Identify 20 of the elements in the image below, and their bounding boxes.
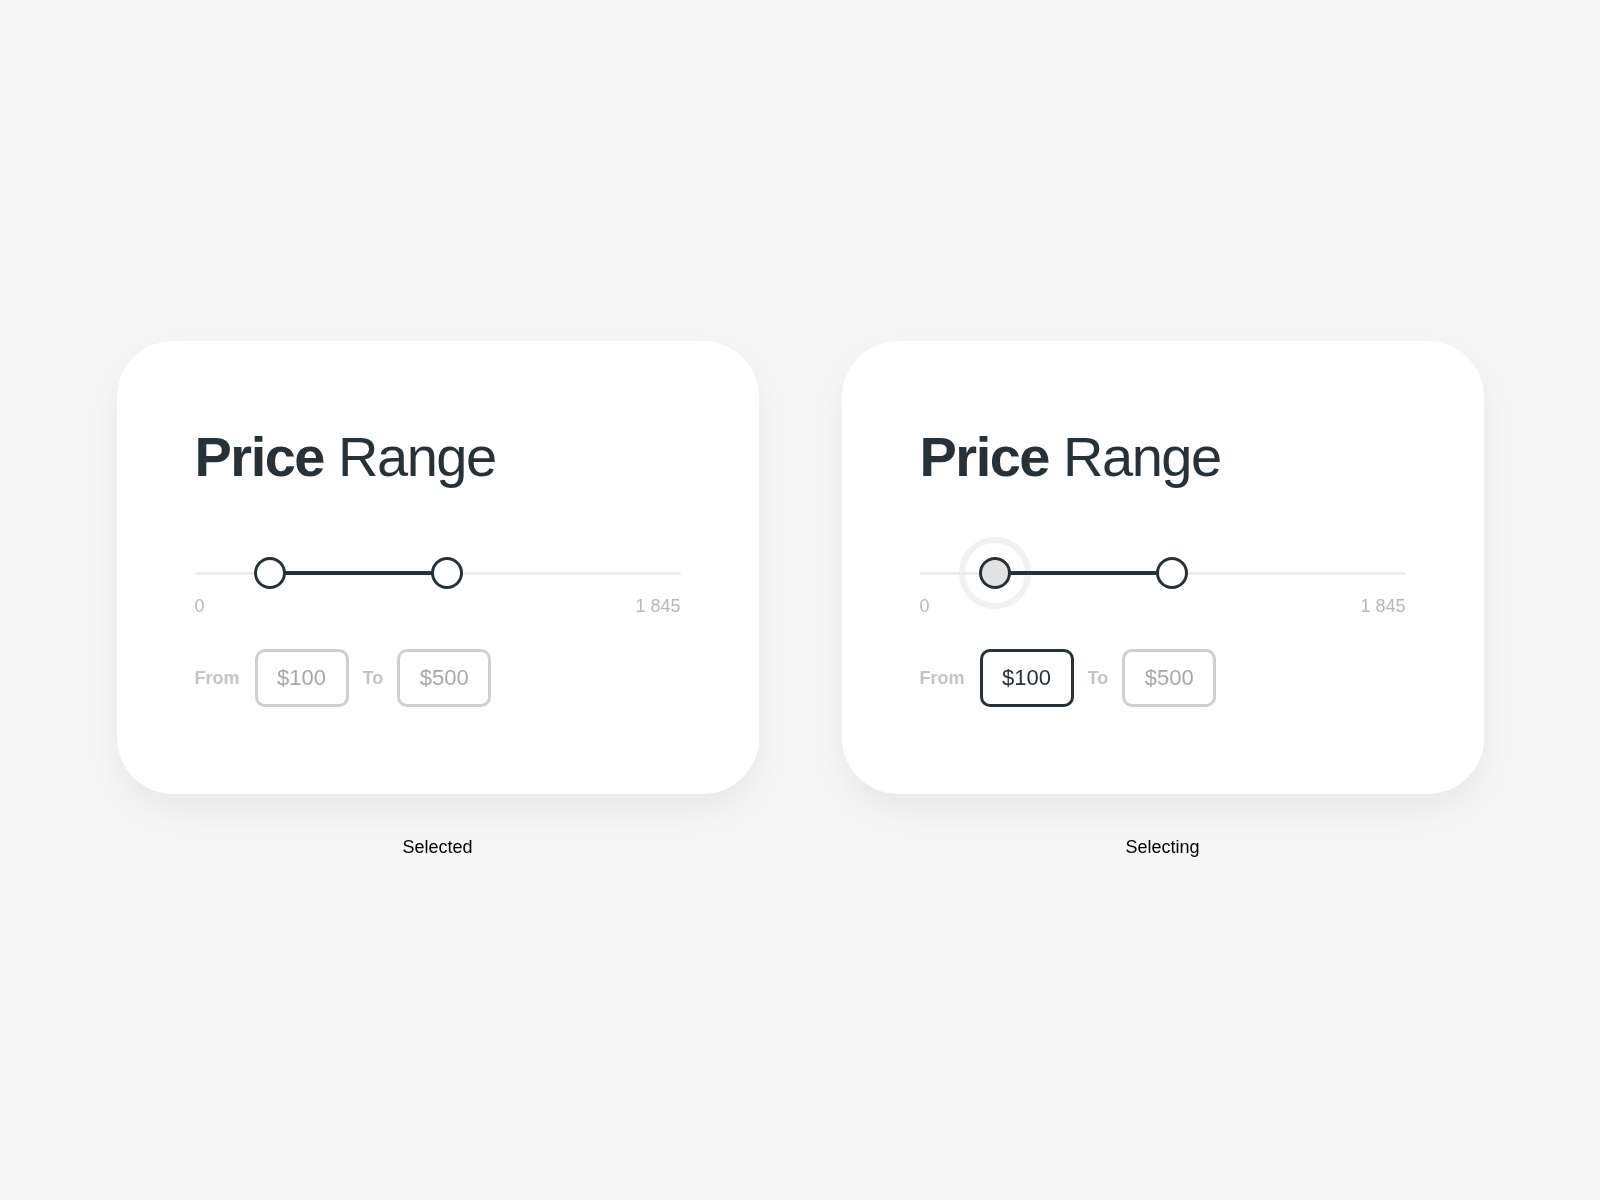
min-value-label: 0 bbox=[919, 595, 930, 618]
range-slider[interactable] bbox=[194, 557, 681, 589]
slider-thumb[interactable] bbox=[254, 557, 287, 589]
price-input-field[interactable]: $500 bbox=[397, 649, 492, 707]
field-label: To bbox=[1087, 666, 1109, 690]
slider-thumb[interactable] bbox=[431, 557, 464, 589]
field-label: To bbox=[362, 666, 384, 690]
state-caption: Selecting bbox=[1125, 836, 1200, 859]
slider-thumb[interactable] bbox=[1156, 557, 1189, 589]
field-label: From bbox=[194, 666, 240, 690]
price-input-field[interactable]: $500 bbox=[1122, 649, 1217, 707]
slider-thumb[interactable] bbox=[979, 557, 1012, 589]
price-input-field[interactable]: $100 bbox=[254, 649, 349, 707]
min-value-label: 0 bbox=[194, 595, 205, 618]
field-label: From bbox=[919, 666, 965, 690]
max-value-label: 1 845 bbox=[635, 595, 681, 618]
state-caption: Selected bbox=[402, 836, 473, 859]
range-slider[interactable] bbox=[919, 557, 1406, 589]
price-input-field[interactable]: $100 bbox=[979, 649, 1074, 707]
max-value-label: 1 845 bbox=[1360, 595, 1406, 618]
